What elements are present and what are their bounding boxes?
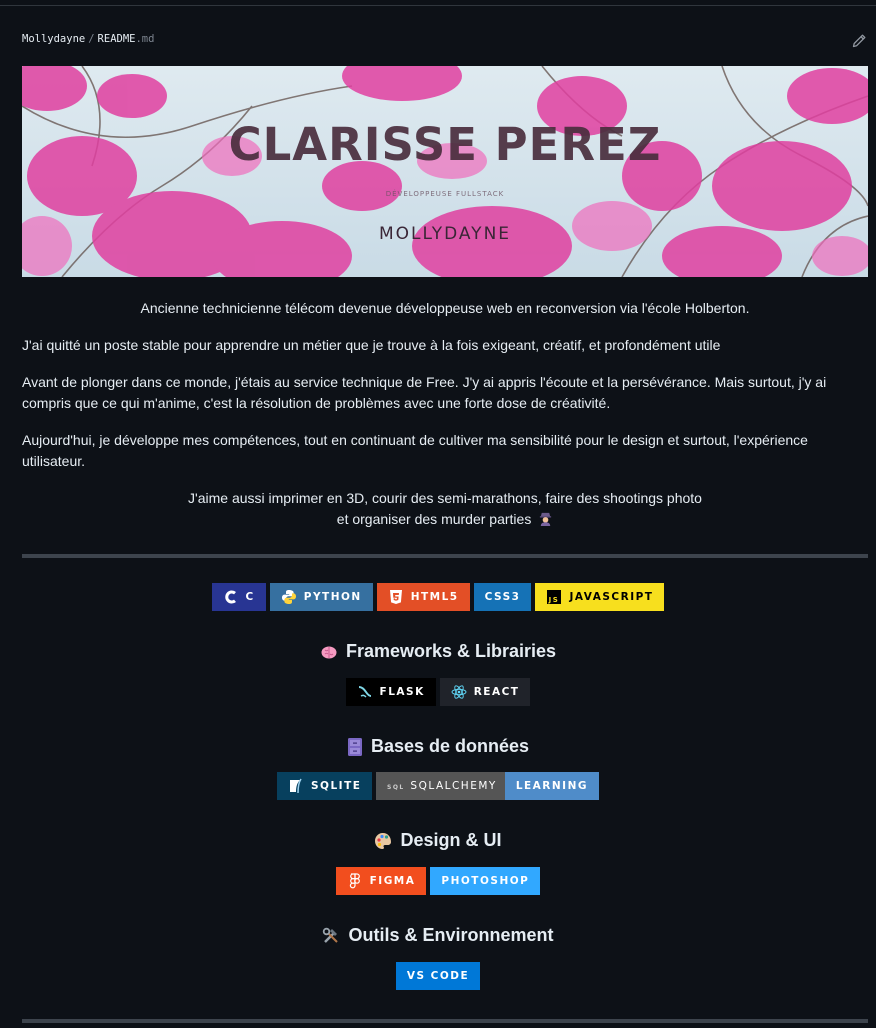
tools-badges-row: VS CODE (0, 962, 876, 990)
javascript-badge[interactable]: JS JAVASCRIPT (535, 583, 665, 611)
javascript-icon: JS (546, 589, 562, 605)
tools-heading-text: Outils & Environnement (348, 925, 554, 945)
tools-heading: Outils & Environnement (0, 925, 876, 946)
databases-heading-text: Bases de données (370, 736, 530, 756)
flask-icon (357, 684, 373, 700)
banner-name-title: CLARISSE PEREZ (228, 118, 662, 171)
hobbies-paragraph: J'aime aussi imprimer en 3D, courir des … (22, 488, 868, 530)
breadcrumb-file-ext: .md (135, 33, 155, 45)
banner-handle: MOLLYDAYNE (378, 224, 512, 244)
databases-badges-row: SQLITE SQLA SQLALCHEMY LEARNING (0, 772, 876, 800)
artist-palette-emoji-icon (374, 832, 392, 850)
css3-badge-label: CSS3 (484, 591, 521, 603)
html5-badge-label: HTML5 (410, 591, 459, 603)
react-badge-label: REACT (473, 686, 520, 698)
hobbies-line-2: et organiser des murder parties (336, 511, 532, 527)
databases-heading: Bases de données (0, 736, 876, 757)
sqlalchemy-badge-label: SQLALCHEMY (410, 780, 497, 792)
python-badge-label: PYTHON (303, 591, 362, 603)
photoshop-badge-label: PHOTOSHOP (441, 875, 530, 887)
react-icon (451, 684, 467, 700)
detective-emoji-icon (540, 512, 552, 526)
breadcrumb-owner-link[interactable]: Mollydayne (22, 33, 85, 45)
design-heading-text: Design & UI (400, 830, 502, 850)
hammer-and-wrench-emoji-icon (322, 927, 340, 945)
css3-badge[interactable]: CSS3 (473, 583, 532, 611)
react-badge[interactable]: REACT (439, 678, 531, 706)
breadcrumb: Mollydayne / README .md (22, 33, 154, 45)
brain-emoji-icon (320, 643, 338, 661)
figma-badge-label: FIGMA (369, 875, 416, 887)
profile-banner-image: CLARISSE PEREZ DÉVELOPPEUSE FULLSTACK MO… (22, 66, 868, 277)
c-language-icon (223, 589, 239, 605)
vscode-badge-label: VS CODE (406, 970, 470, 982)
flask-badge[interactable]: FLASK (345, 678, 436, 706)
c-badge-label: C (245, 591, 255, 603)
languages-badges-row: C PYTHON HTML5 CSS3 JS JAVASCRIPT (0, 583, 876, 611)
frameworks-badges-row: FLASK REACT (0, 678, 876, 706)
sqlite-icon (288, 778, 304, 794)
bottom-divider (22, 1019, 868, 1023)
breadcrumb-separator: / (88, 33, 95, 45)
javascript-badge-label: JAVASCRIPT (569, 591, 654, 603)
svg-text:SQLA: SQLA (387, 784, 403, 791)
section-divider (22, 554, 868, 558)
design-badges-row: FIGMA PHOTOSHOP (0, 867, 876, 895)
learning-badge[interactable]: LEARNING (504, 772, 599, 800)
python-icon (281, 589, 297, 605)
paragraph-background: Avant de plonger dans ce monde, j'étais … (22, 374, 827, 411)
figma-icon (347, 873, 363, 889)
c-badge[interactable]: C (211, 583, 266, 611)
frameworks-heading-text: Frameworks & Librairies (345, 641, 557, 661)
paragraph-career-change: J'ai quitté un poste stable pour apprend… (22, 337, 721, 353)
html5-icon (388, 589, 404, 605)
photoshop-badge[interactable]: PHOTOSHOP (430, 867, 541, 895)
banner-subtitle: DÉVELOPPEUSE FULLSTACK (385, 190, 505, 198)
python-badge[interactable]: PYTHON (269, 583, 373, 611)
frameworks-heading: Frameworks & Librairies (0, 641, 876, 662)
hobbies-line-1: J'aime aussi imprimer en 3D, courir des … (188, 490, 702, 506)
html5-badge[interactable]: HTML5 (376, 583, 470, 611)
design-heading: Design & UI (0, 830, 876, 851)
sqlite-badge[interactable]: SQLITE (277, 772, 373, 800)
paragraph-today: Aujourd'hui, je développe mes compétence… (22, 432, 808, 469)
sqlalchemy-badge[interactable]: SQLA SQLALCHEMY (376, 772, 505, 800)
vscode-badge[interactable]: VS CODE (395, 962, 481, 990)
pencil-edit-icon[interactable] (851, 33, 867, 49)
svg-text:JS: JS (548, 596, 560, 604)
sqlalchemy-icon: SQLA (387, 778, 403, 794)
file-cabinet-emoji-icon (347, 737, 363, 756)
sqlite-badge-label: SQLITE (311, 780, 362, 792)
figma-badge[interactable]: FIGMA (335, 867, 427, 895)
top-divider (0, 5, 876, 6)
flask-badge-label: FLASK (379, 686, 425, 698)
learning-badge-label: LEARNING (515, 780, 588, 792)
breadcrumb-file-name: README (97, 33, 136, 45)
intro-paragraph: Ancienne technicienne télécom devenue dé… (140, 300, 750, 316)
